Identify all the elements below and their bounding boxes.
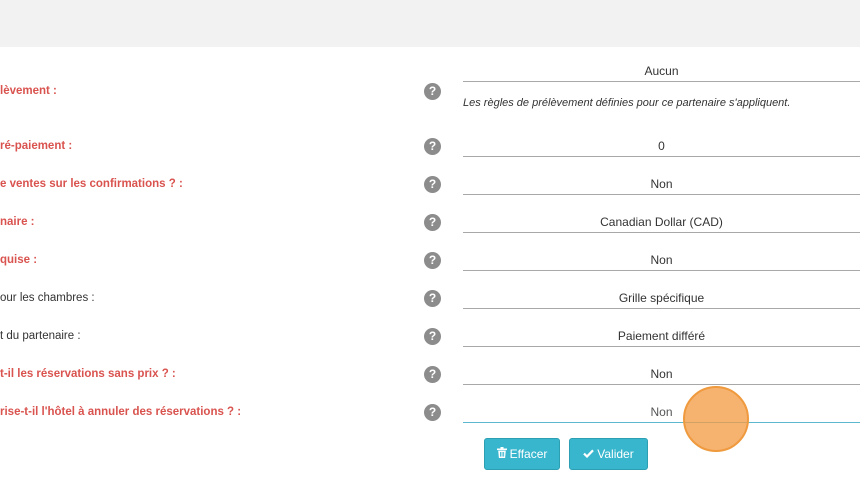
devise-select[interactable]: Canadian Dollar (CAD) (463, 213, 860, 233)
prepaiement-input[interactable]: 0 (463, 137, 860, 157)
reservations-sans-prix-select[interactable]: Non (463, 365, 860, 385)
prelevement-select[interactable]: Aucun (463, 62, 860, 82)
help-icon[interactable]: ? (424, 138, 441, 155)
top-bar (0, 0, 860, 47)
paiement-partenaire-label: t du partenaire : (0, 330, 81, 342)
ventes-confirmations-select[interactable]: Non (463, 175, 860, 195)
help-icon[interactable]: ? (424, 404, 441, 421)
check-icon (583, 440, 595, 470)
help-icon[interactable]: ? (424, 328, 441, 345)
paiement-partenaire-select[interactable]: Paiement différé (463, 327, 860, 347)
effacer-button[interactable]: Effacer (484, 438, 560, 470)
ventes-confirmations-label: e ventes sur les confirmations ? : (0, 178, 183, 190)
valider-label: Valider (597, 447, 634, 461)
devise-label: naire : (0, 216, 35, 228)
chambres-select[interactable]: Grille spécifique (463, 289, 860, 309)
prelevement-label: lèvement : (0, 85, 57, 97)
help-icon[interactable]: ? (424, 290, 441, 307)
chambres-label: our les chambres : (0, 292, 95, 304)
trash-icon (496, 440, 507, 470)
annuler-reservations-select[interactable]: Non (463, 403, 860, 423)
cursor-highlight (683, 386, 749, 452)
help-icon[interactable]: ? (424, 83, 441, 100)
help-icon[interactable]: ? (424, 214, 441, 231)
prepaiement-label: ré-paiement : (0, 140, 73, 152)
help-icon[interactable]: ? (424, 252, 441, 269)
valider-button[interactable]: Valider (569, 438, 648, 470)
requise-label: quise : (0, 254, 38, 266)
help-icon[interactable]: ? (424, 176, 441, 193)
prelevement-note: Les règles de prélèvement définies pour … (463, 97, 791, 109)
effacer-label: Effacer (509, 447, 548, 461)
help-icon[interactable]: ? (424, 366, 441, 383)
requise-select[interactable]: Non (463, 251, 860, 271)
reservations-sans-prix-label: t-il les réservations sans prix ? : (0, 368, 176, 380)
annuler-reservations-label: rise-t-il l'hôtel à annuler des réservat… (0, 406, 242, 418)
